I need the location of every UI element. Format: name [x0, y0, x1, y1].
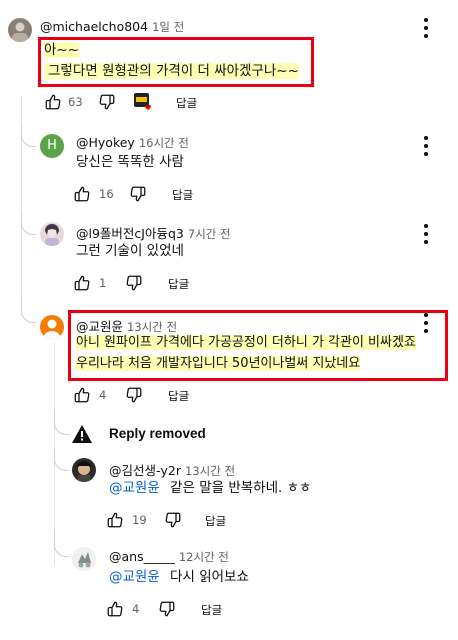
- thumb-up-icon[interactable]: [106, 511, 124, 529]
- thumb-up-icon[interactable]: [106, 600, 124, 618]
- comment-actions: 1 답글: [73, 274, 273, 296]
- reply-button[interactable]: 답글: [201, 602, 222, 618]
- like-count: 4: [132, 602, 140, 616]
- comment-actions: 19 답글: [106, 511, 306, 533]
- reply-button[interactable]: 답글: [168, 276, 189, 292]
- thumb-up-icon[interactable]: [44, 93, 62, 111]
- more-actions-icon[interactable]: [423, 136, 429, 156]
- creator-heart-icon: [133, 91, 155, 113]
- thread-curve: [21, 296, 36, 323]
- comment-author[interactable]: @michaelcho804 1일 전: [40, 19, 184, 35]
- comment-author[interactable]: @김선생-y2r 13시간 전: [109, 460, 235, 479]
- avatar[interactable]: [72, 547, 96, 571]
- author-name[interactable]: @김선생-y2r: [109, 463, 181, 478]
- comment-line: 그렇다면 원형관의 가격이 더 싸아겠구나~~: [44, 63, 299, 79]
- thread-curve: [54, 532, 69, 557]
- comment-line: 우리나라 처음 개발자입니다 50년이나벌써 지났네요: [76, 356, 361, 371]
- removed-text: Reply removed: [109, 426, 206, 441]
- comment-author[interactable]: @Hyokey 16시간 전: [76, 135, 189, 151]
- comment-actions: 63 답글: [44, 93, 264, 115]
- avatar[interactable]: [8, 18, 32, 42]
- more-actions-icon[interactable]: [423, 224, 429, 244]
- avatar[interactable]: [40, 222, 64, 246]
- timestamp[interactable]: 1일 전: [152, 20, 184, 34]
- comment-author[interactable]: @ans_____ 12시간 전: [109, 549, 229, 565]
- comment-body: 다시 읽어보쇼: [165, 569, 249, 585]
- comment-text: 당신은 똑똑한 사람: [76, 154, 184, 170]
- comment-text: @교원윤 다시 읽어보쇼: [109, 567, 249, 588]
- more-actions-icon[interactable]: [423, 18, 429, 38]
- author-name[interactable]: @ans_____: [109, 549, 175, 564]
- thread-curve: [21, 124, 36, 147]
- thumb-up-icon[interactable]: [73, 185, 91, 203]
- author-name[interactable]: @l9폴버전cJ아듕q3: [76, 226, 184, 241]
- like-count: 16: [99, 187, 114, 201]
- thumb-down-icon[interactable]: [164, 511, 182, 529]
- comment-actions: 16 답글: [73, 185, 273, 207]
- thumb-down-icon[interactable]: [129, 185, 147, 203]
- thread-curve: [54, 448, 69, 471]
- thread-curve: [21, 212, 36, 235]
- reply-button[interactable]: 답글: [205, 513, 226, 529]
- thumb-up-icon[interactable]: [73, 386, 91, 404]
- comment-text: 아니 원파이프 가격에다 가공공정이 더하니 가 각관이 비싸겠죠 우리나라 처…: [76, 332, 416, 374]
- avatar[interactable]: [40, 315, 64, 339]
- comment-text: 그런 기술이 있었네: [76, 243, 184, 259]
- comment-actions: 4 답글: [106, 600, 306, 622]
- mention-link[interactable]: @교원윤: [109, 569, 160, 585]
- thumb-down-icon[interactable]: [98, 93, 116, 111]
- thumb-down-icon[interactable]: [125, 386, 143, 404]
- thumb-up-icon[interactable]: [73, 274, 91, 292]
- comment-body: 같은 말을 반복하네. ㅎㅎ: [165, 480, 312, 496]
- avatar-letter: H: [47, 138, 57, 153]
- reply-button[interactable]: 답글: [176, 95, 197, 111]
- like-count: 1: [99, 276, 107, 290]
- author-name[interactable]: @Hyokey: [76, 135, 135, 150]
- like-count: 19: [132, 513, 147, 527]
- reply-button[interactable]: 답글: [172, 187, 193, 203]
- comment-text: 아~~ 그렇다면 원형관의 가격이 더 싸아겠구나~~: [44, 40, 299, 82]
- like-count: 63: [68, 95, 83, 109]
- avatar[interactable]: H: [40, 134, 64, 158]
- like-count: 4: [99, 388, 107, 402]
- mention-link[interactable]: @교원윤: [109, 480, 160, 496]
- timestamp[interactable]: 13시간 전: [185, 464, 235, 478]
- thumb-down-icon[interactable]: [158, 600, 176, 618]
- comment-actions: 4 답글: [73, 386, 273, 408]
- thumb-down-icon[interactable]: [125, 274, 143, 292]
- comment-text: @교원윤 같은 말을 반복하네. ㅎㅎ: [109, 478, 311, 499]
- comment-line: 아~~: [44, 42, 80, 58]
- comment-author[interactable]: @l9폴버전cJ아듕q3 7시간 전: [76, 223, 231, 242]
- comment-line: 아니 원파이프 가격에다 가공공정이 더하니 가 각관이 비싸겠죠: [76, 335, 416, 350]
- timestamp[interactable]: 12시간 전: [179, 550, 229, 564]
- timestamp[interactable]: 16시간 전: [139, 136, 189, 150]
- warning-icon: [72, 425, 92, 443]
- thread-curve: [54, 412, 69, 435]
- timestamp[interactable]: 7시간 전: [188, 227, 231, 241]
- avatar[interactable]: [72, 458, 96, 482]
- more-actions-icon[interactable]: [423, 313, 429, 333]
- reply-button[interactable]: 답글: [168, 388, 189, 404]
- author-name[interactable]: @michaelcho804: [40, 19, 148, 34]
